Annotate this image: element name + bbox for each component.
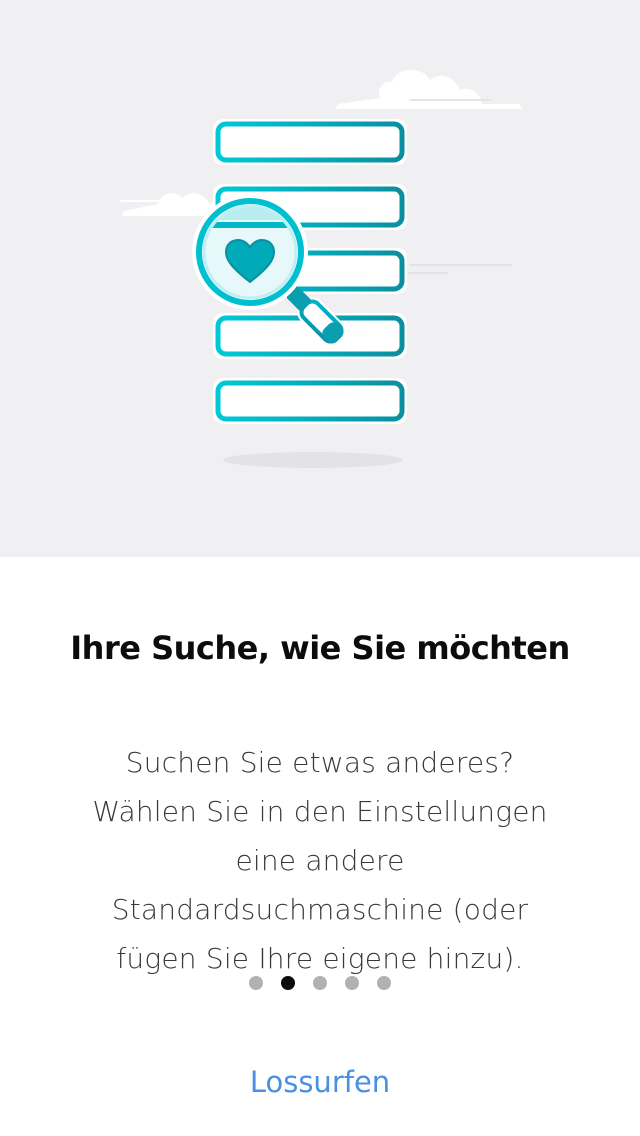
cloud-icon	[336, 69, 522, 109]
description-line: Standardsuchmaschine (oder	[111, 893, 529, 926]
description-text: Suchen Sie etwas anderes? Wählen Sie in …	[80, 738, 560, 983]
description-line: Suchen Sie etwas anderes?	[125, 746, 515, 779]
page-indicator	[0, 976, 640, 992]
search-illustration	[120, 69, 522, 468]
page-dot[interactable]	[249, 976, 263, 990]
page-dot[interactable]	[377, 976, 391, 990]
description-line: eine andere	[235, 844, 405, 877]
start-browsing-button[interactable]: Lossurfen	[220, 1055, 420, 1109]
page-dot[interactable]	[313, 976, 327, 990]
hero-illustration-area	[0, 0, 640, 557]
illustration-shadow	[223, 452, 403, 468]
page-dot-active[interactable]	[281, 976, 295, 990]
page-title: Ihre Suche, wie Sie möchten	[70, 629, 570, 667]
page-dot[interactable]	[345, 976, 359, 990]
description-line: Wählen Sie in den Einstellungen	[92, 795, 548, 828]
